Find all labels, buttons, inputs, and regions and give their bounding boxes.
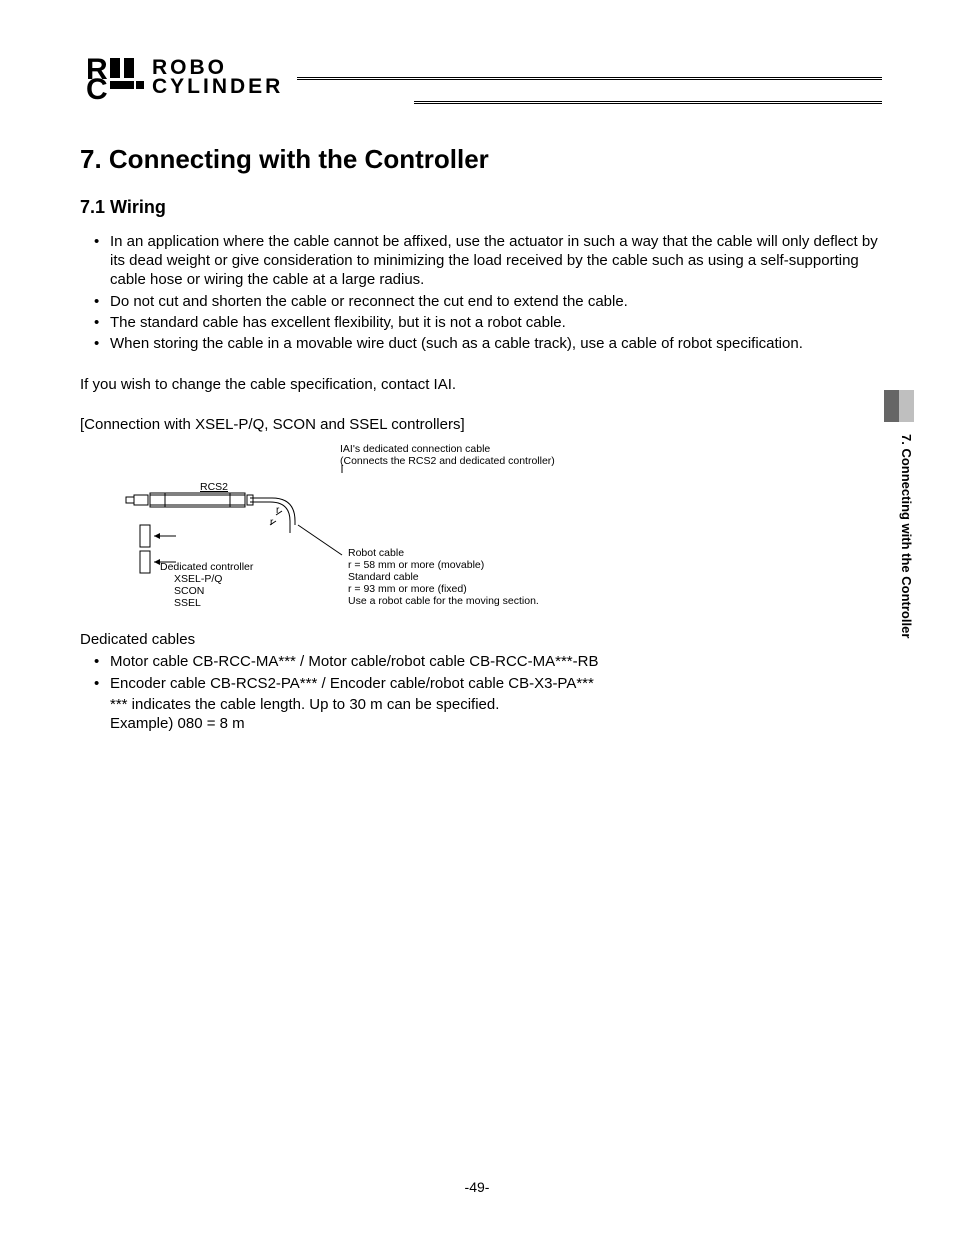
diagram-top-label-1: IAI's dedicated connection cable: [340, 443, 490, 456]
header-rule: [297, 77, 882, 80]
dedicated-cables-header: Dedicated cables: [80, 631, 882, 648]
header-rule-2: [80, 101, 882, 104]
diagram-controller-hdr: Dedicated controller: [160, 561, 253, 574]
header-logo-row: R C ROBO CYLINDER: [80, 55, 882, 101]
logo-line2: CYLINDER: [152, 78, 283, 97]
diagram-cable-r1: r = 58 mm or more (movable): [348, 559, 484, 572]
diagram-cable-note: Use a robot cable for the moving section…: [348, 595, 539, 608]
cable-sub-2: Example) 080 = 8 m: [110, 714, 882, 733]
diagram-cable-hdr: Robot cable: [348, 547, 404, 560]
heading-main: 7. Connecting with the Controller: [80, 144, 882, 175]
logo: R C ROBO CYLINDER: [80, 55, 283, 101]
page-number: -49-: [0, 1179, 954, 1195]
wiring-bullet: Do not cut and shorten the cable or reco…: [94, 292, 882, 311]
cable-sub-1: *** indicates the cable length. Up to 30…: [110, 695, 882, 714]
cable-bullet: Encoder cable CB-RCS2-PA*** / Encoder ca…: [94, 674, 882, 693]
diagram-cable-std: Standard cable: [348, 571, 419, 584]
diagram-cable-r2: r = 93 mm or more (fixed): [348, 583, 467, 596]
connection-diagram: IAI's dedicated connection cable (Connec…: [110, 443, 590, 613]
side-tab: [884, 390, 914, 422]
connection-header: [Connection with XSEL-P/Q, SCON and SSEL…: [80, 416, 882, 433]
diagram-controller-1: XSEL-P/Q: [174, 573, 222, 586]
diagram-top-label-2: (Connects the RCS2 and dedicated control…: [340, 455, 555, 468]
wiring-bullets: In an application where the cable cannot…: [80, 232, 882, 353]
heading-sub: 7.1 Wiring: [80, 197, 882, 218]
wiring-bullet: When storing the cable in a movable wire…: [94, 334, 882, 353]
cable-bullets: Motor cable CB-RCC-MA*** / Motor cable/r…: [80, 652, 882, 692]
rc-icon: R C: [80, 55, 148, 101]
wiring-bullet: In an application where the cable cannot…: [94, 232, 882, 290]
diagram-controller-2: SCON: [174, 585, 204, 598]
cable-bullet: Motor cable CB-RCC-MA*** / Motor cable/r…: [94, 652, 882, 671]
diagram-controller-3: SSEL: [174, 597, 201, 610]
svg-text:C: C: [86, 73, 108, 101]
diagram-rcs2-label: RCS2: [200, 481, 228, 494]
side-section-label: 7. Connecting with the Controller: [884, 430, 914, 730]
wiring-bullet: The standard cable has excellent flexibi…: [94, 313, 882, 332]
change-spec-note: If you wish to change the cable specific…: [80, 375, 882, 394]
